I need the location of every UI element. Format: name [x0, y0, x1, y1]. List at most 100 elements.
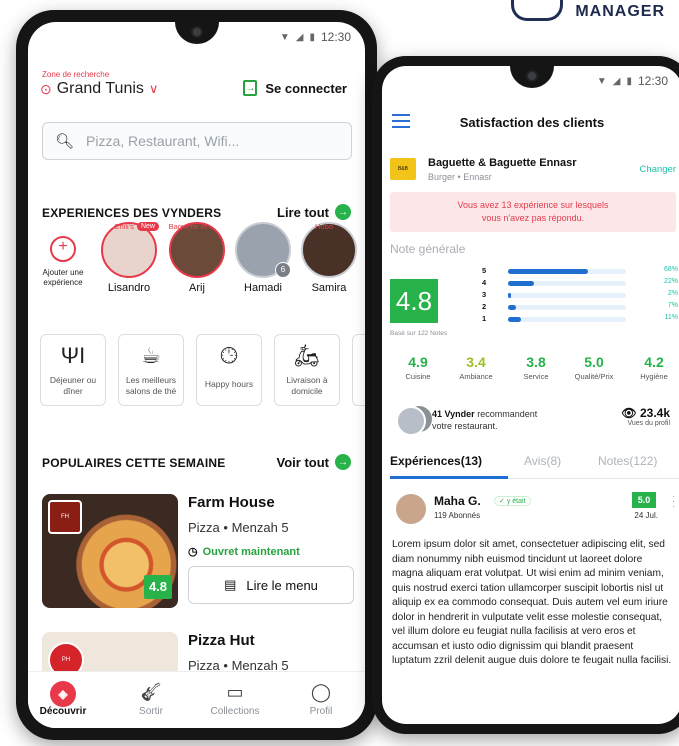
rating-percent: 22% [663, 278, 678, 285]
status-time: 12:30 [637, 74, 668, 88]
rating-bar-row: 1 11% [482, 314, 678, 325]
login-button[interactable]: → Se connecter [243, 80, 347, 96]
signal-icon: ◢ [295, 31, 304, 43]
story-sub: Hobo [315, 222, 333, 231]
vynder-recommend: 41 Vynder recommandent votre restaurant.… [390, 404, 674, 436]
restaurant-location: Ennasr [463, 172, 492, 182]
tab-notes[interactable]: Notes(122) [598, 454, 657, 468]
arrow-right-icon: → [335, 204, 351, 220]
category-label: Déjeuner ou dîner [49, 375, 97, 396]
avatar[interactable] [396, 494, 426, 524]
collections-icon: ▭ [226, 682, 244, 702]
unanswered-alert[interactable]: Vous avez 13 expérience sur lesquels vou… [390, 192, 676, 232]
subscore-value: 4.9 [408, 354, 428, 370]
story-item[interactable]: 6 Hamadi [230, 222, 296, 294]
subscore-label: Qualité/Prix [574, 372, 614, 381]
search-bar[interactable]: 🔍︎ [42, 122, 352, 160]
location-pin-icon: ⊙ [40, 80, 52, 97]
rating-bar-row: 3 2% [482, 290, 678, 301]
was-there-label: y était [506, 498, 526, 505]
overall-score: 4.8 [390, 279, 438, 323]
subscore: 5.0 Qualité/Prix [566, 354, 622, 381]
restaurant-header: B&B Baguette & Baguette Ennasr Burger • … [390, 154, 676, 186]
login-icon: → [243, 80, 258, 96]
search-icon: 🔍︎ [55, 133, 75, 150]
restaurant-category: Burger [428, 172, 456, 182]
rating-bar-track [508, 317, 626, 322]
bottom-tab-bar: ◈ Découvrir 🎸︎ Sortir ▭ Collections ◯ Pr… [28, 671, 365, 728]
reviewer-followers: 119 Abonnés [434, 511, 481, 520]
tab-sortir[interactable]: 🎸︎ Sortir [116, 678, 186, 717]
open-status-label: Ouvret maintenant [202, 545, 300, 558]
restaurant-sub: Burger • Ennasr [428, 172, 492, 182]
tab-collections[interactable]: ▭ Collections [200, 678, 270, 717]
search-input[interactable] [84, 132, 319, 150]
wifi-icon: ▼ [596, 75, 607, 87]
rating-percent: 11% [664, 314, 679, 321]
subscore: 4.2 Hygiène [626, 354, 679, 381]
tab-profile[interactable]: ◯ Profil [286, 678, 356, 717]
subscore-value: 3.4 [466, 354, 486, 370]
category-lunch[interactable]: ΨΙ Déjeuner ou dîner [40, 334, 106, 406]
rating-bar-track [508, 281, 626, 286]
rating-bar-track [508, 269, 626, 274]
category-more[interactable] [352, 334, 365, 406]
recommend-text: 41 Vynder recommandent votre restaurant. [432, 408, 537, 432]
battery-icon: ▮ [309, 31, 315, 43]
review-date: 24 Jul. [634, 511, 658, 520]
story-sub: Chili's [114, 222, 134, 231]
reviewer-name[interactable]: Maha G. [434, 494, 481, 508]
restaurant-meta: Pizza • Menzah 5 [188, 520, 289, 535]
popular-title: POPULAIRES CETTE SEMAINE [42, 456, 226, 470]
based-on-notes: Basé sur 122 Notes [390, 330, 448, 337]
category-delivery[interactable]: 🛵︎ Livraison à domicile [274, 334, 340, 406]
score-badge: 4.8 [144, 575, 172, 599]
story-sub: Baguette et ... [168, 222, 216, 231]
phone-satisfaction: ▼ ◢ ▮ 12:30 Satisfaction des clients B&B… [372, 56, 679, 734]
category-tea[interactable]: ☕︎ Les meilleurs salons de thé [118, 334, 184, 406]
restaurant-card[interactable]: FH 4.8 Farm House Pizza • Menzah 5 ◷ Ouv… [42, 494, 354, 610]
zone-value: Grand Tunis [56, 80, 144, 97]
subscore-label: Ambiance [459, 372, 493, 381]
story-item[interactable]: Samira Hobo [296, 222, 362, 294]
change-restaurant-link[interactable]: Changer [640, 164, 676, 175]
chevron-down-icon: ∨ [148, 81, 159, 96]
overall-note-title: Note générale [390, 242, 466, 256]
tab-label: Collections [210, 706, 260, 717]
categories-row: ΨΙ Déjeuner ou dîner ☕︎ Les meilleurs sa… [40, 334, 365, 408]
subscore-value: 3.8 [526, 354, 546, 370]
tab-discover[interactable]: ◈ Découvrir [28, 678, 98, 717]
restaurant-logo: FH [48, 500, 82, 534]
tab-avis[interactable]: Avis(8) [524, 454, 561, 468]
brand-label: MANAGER [575, 3, 665, 20]
story-item[interactable]: Arij Baguette et ... [164, 222, 230, 294]
read-menu-button[interactable]: ▤ Lire le menu [188, 566, 354, 604]
rating-percent: 68% [663, 266, 678, 273]
rating-bar-track [508, 293, 626, 298]
status-bar: ▼ ◢ ▮ 12:30 [597, 74, 668, 88]
restaurant-title: Farm House [188, 494, 275, 511]
plus-icon: + [50, 236, 76, 262]
stories-row: + Ajouter une expérience New Lisandro Ch… [28, 222, 365, 322]
avatar: 6 [235, 222, 291, 278]
more-options-icon[interactable]: · · · [672, 492, 676, 512]
story-name: Arij [189, 282, 205, 294]
add-experience-button[interactable]: + Ajouter une expérience [30, 222, 96, 288]
rating-bar-track [508, 305, 626, 310]
rating-bar-row: 4 22% [482, 278, 678, 289]
see-all-link[interactable]: Voir tout → [277, 454, 351, 470]
tab-label: Profil [309, 706, 333, 717]
rating-bar-fill [508, 293, 511, 298]
read-all-link[interactable]: Lire tout → [277, 204, 351, 220]
category-happy-hours[interactable]: 🕒︎ Happy hours [196, 334, 262, 406]
signal-icon: ◢ [612, 75, 621, 87]
views-label: Vues du profil [627, 420, 670, 427]
zone-selector[interactable]: ⊙ Grand Tunis ∨ [40, 80, 158, 98]
rating-percent: 2% [667, 290, 678, 297]
subscore-value: 5.0 [584, 354, 604, 370]
restaurant-name: Baguette & Baguette Ennasr [428, 157, 577, 169]
tab-experiences[interactable]: Expériences(13) [390, 454, 482, 468]
story-item[interactable]: New Lisandro Chili's [96, 222, 162, 294]
story-name: Samira [311, 282, 347, 294]
arrow-right-icon: → [335, 454, 351, 470]
